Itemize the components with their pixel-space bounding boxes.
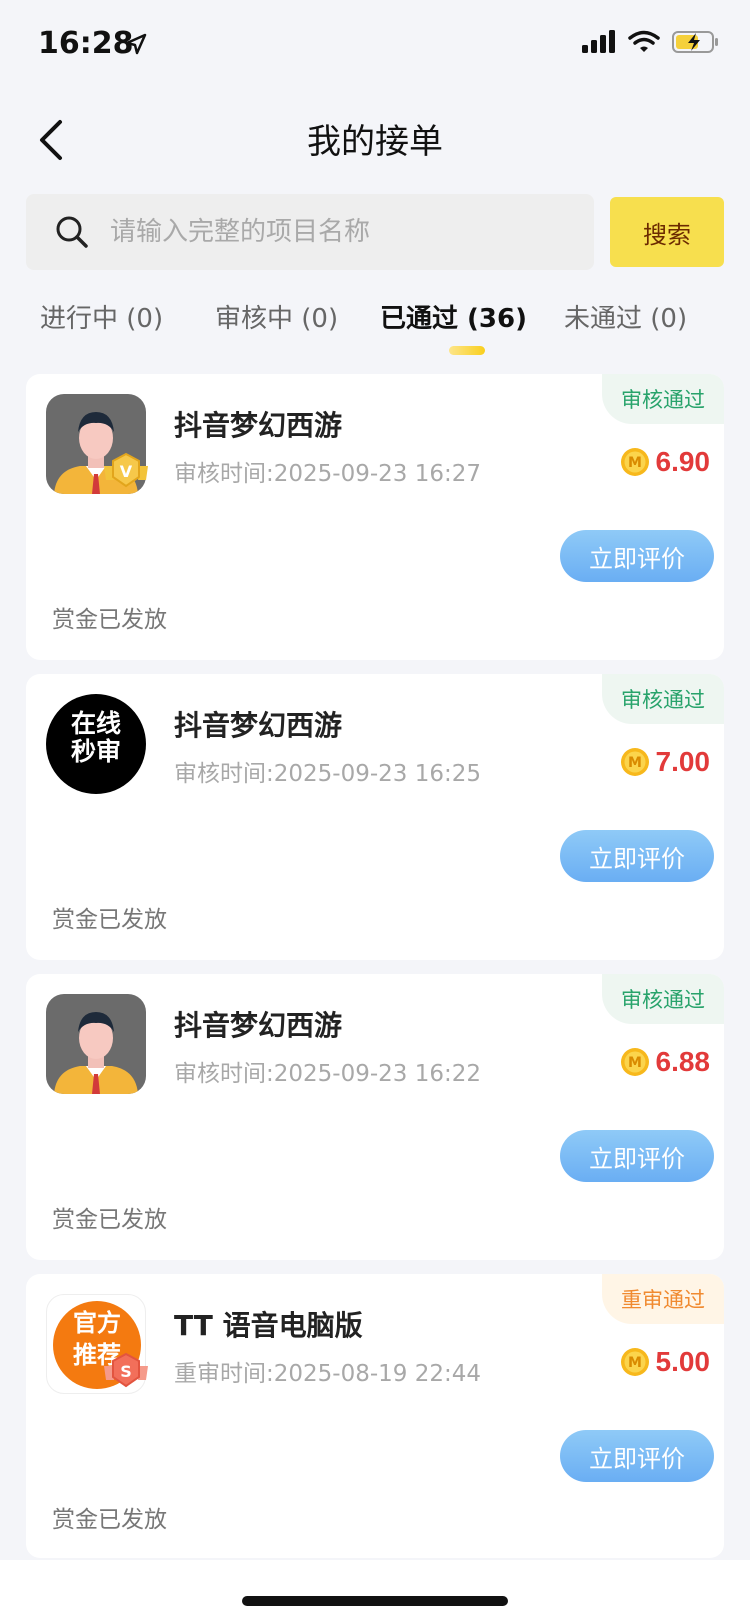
coin-icon: M (620, 1348, 649, 1376)
tab-under-review[interactable]: 审核中 (0) (215, 298, 338, 335)
person-avatar-icon (46, 994, 146, 1094)
reward: M 6.90 (620, 446, 711, 478)
review-now-button[interactable]: 立即评价 (560, 1130, 714, 1182)
coin-icon: M (620, 748, 649, 776)
order-card[interactable]: 抖音梦幻西游 审核时间:2025-09-23 16:22 审核通过 M 6.88… (26, 974, 724, 1260)
project-avatar (46, 994, 146, 1094)
wifi-icon (628, 30, 660, 52)
status-badge: 审核通过 (602, 374, 724, 424)
tab-approved[interactable]: 已通过 (36) (380, 298, 527, 335)
reward: M 6.88 (620, 1046, 711, 1078)
avatar-text-line: 官方 (73, 1309, 121, 1337)
order-card[interactable]: 官方 推荐 S TT 语音电脑版 重审时间:2025-08-19 22:44 重… (26, 1274, 724, 1558)
reward-paid-label: 赏金已发放 (52, 907, 167, 933)
home-indicator[interactable] (242, 1596, 508, 1606)
status-bar: 16:28 (0, 0, 750, 90)
coin-icon: M (620, 1048, 649, 1076)
project-title: 抖音梦幻西游 (174, 709, 343, 742)
svg-text:M: M (628, 1055, 642, 1071)
nav-bar: 我的接单 (0, 100, 750, 180)
project-title: 抖音梦幻西游 (174, 1009, 343, 1042)
reward-amount: 5.00 (655, 1346, 711, 1377)
vip-badge-icon: V (104, 452, 148, 488)
svg-text:M: M (628, 755, 642, 771)
reward: M 7.00 (620, 746, 711, 778)
signal-icon (582, 30, 615, 53)
avatar-text-line: 秒审 (70, 737, 121, 766)
reward-amount: 7.00 (655, 746, 711, 777)
search-input[interactable] (110, 194, 580, 270)
review-time: 审核时间:2025-09-23 16:25 (174, 761, 482, 787)
status-time: 16:28 (38, 26, 134, 61)
avatar-text-line: 在线 (70, 709, 121, 738)
status-badge: 审核通过 (602, 674, 724, 724)
battery-icon (672, 31, 718, 53)
search-button[interactable]: 搜索 (610, 197, 724, 267)
tab-bar: 进行中 (0) 审核中 (0) 已通过 (36) 未通过 (0) (0, 290, 750, 360)
reward-paid-label: 赏金已发放 (52, 607, 167, 633)
svg-text:M: M (628, 455, 642, 471)
review-now-button[interactable]: 立即评价 (560, 530, 714, 582)
svg-text:V: V (120, 462, 133, 481)
tab-in-progress[interactable]: 进行中 (0) (40, 298, 163, 335)
reward-amount: 6.88 (655, 1046, 711, 1077)
project-title: 抖音梦幻西游 (174, 409, 343, 442)
review-now-button[interactable]: 立即评价 (560, 1430, 714, 1482)
svg-text:M: M (628, 1355, 642, 1371)
status-badge: 重审通过 (602, 1274, 724, 1324)
project-title: TT 语音电脑版 (174, 1309, 363, 1342)
review-now-button[interactable]: 立即评价 (560, 830, 714, 882)
coin-icon: M (620, 448, 649, 476)
status-badge: 审核通过 (602, 974, 724, 1024)
review-time: 审核时间:2025-09-23 16:27 (174, 461, 482, 487)
tab-rejected[interactable]: 未通过 (0) (564, 298, 687, 335)
svg-text:S: S (120, 1362, 132, 1381)
reward-amount: 6.90 (655, 446, 711, 477)
location-arrow-icon (125, 33, 147, 55)
s-badge-icon: S (104, 1352, 148, 1388)
review-time: 重审时间:2025-08-19 22:44 (174, 1361, 482, 1387)
search-box (26, 194, 594, 270)
reward-paid-label: 赏金已发放 (52, 1207, 167, 1233)
bottom-safe-area (0, 1560, 750, 1624)
page-title: 我的接单 (307, 122, 443, 162)
order-card[interactable]: 在线 秒审 抖音梦幻西游 审核时间:2025-09-23 16:25 审核通过 … (26, 674, 724, 960)
project-avatar: 在线 秒审 (46, 694, 146, 794)
review-time: 审核时间:2025-09-23 16:22 (174, 1061, 482, 1087)
reward-paid-label: 赏金已发放 (52, 1507, 167, 1533)
search-icon (56, 216, 88, 248)
reward: M 5.00 (620, 1346, 711, 1378)
order-card[interactable]: V 抖音梦幻西游 审核时间:2025-09-23 16:27 审核通过 M 6.… (26, 374, 724, 660)
active-tab-indicator (449, 346, 485, 355)
